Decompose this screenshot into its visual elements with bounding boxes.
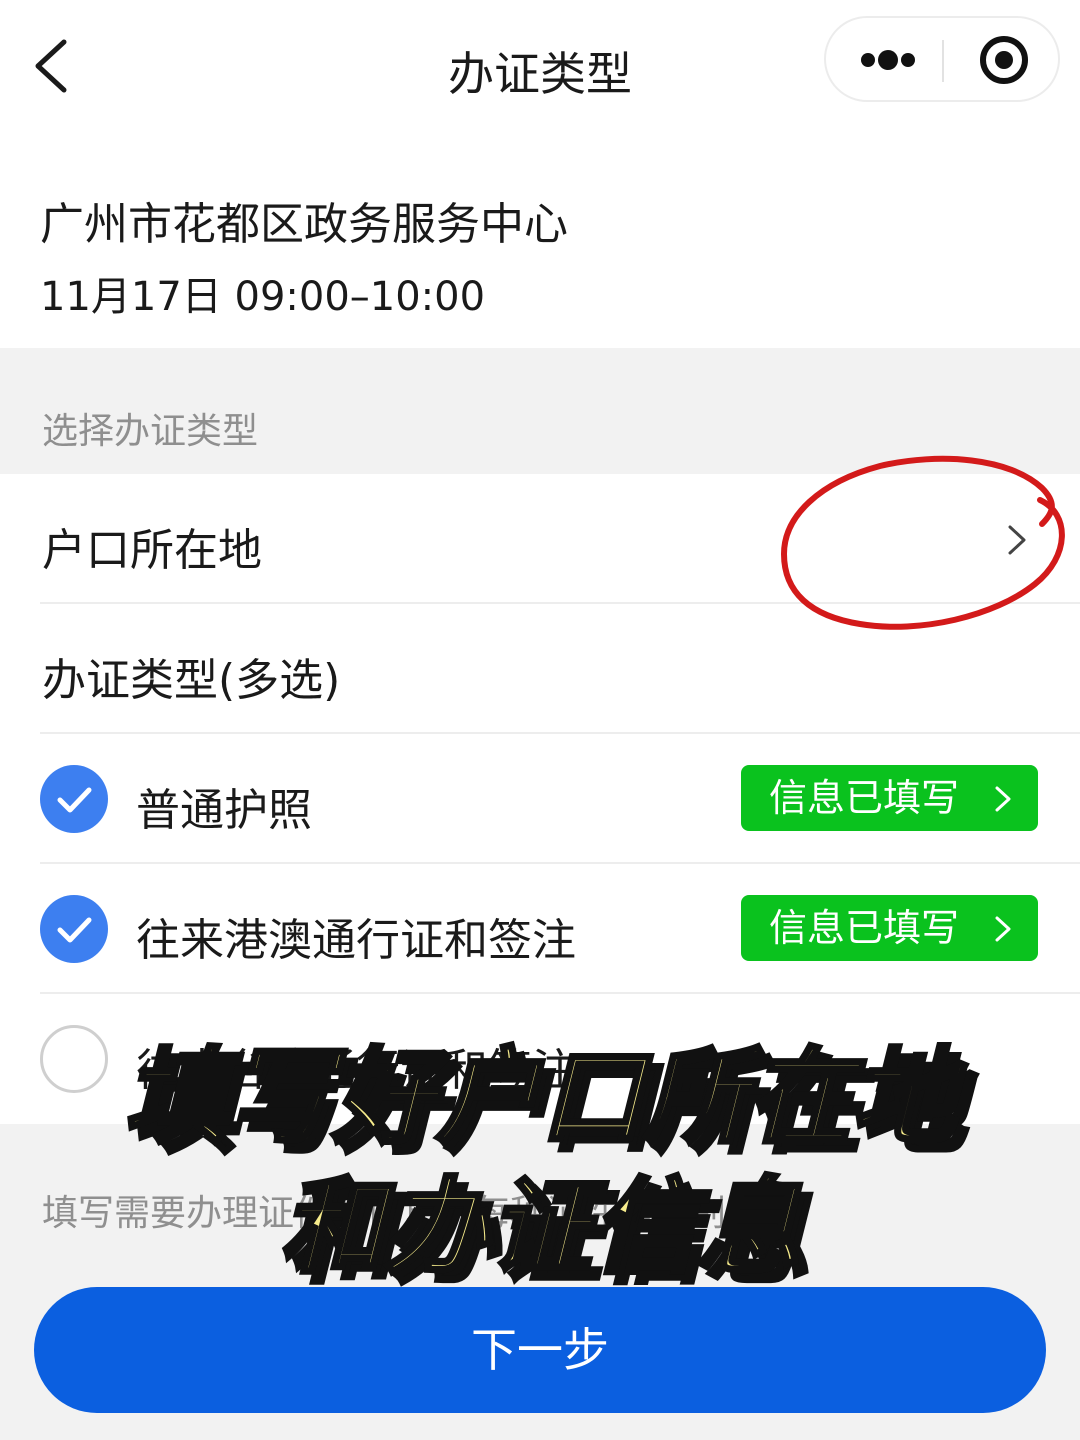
target-circle-icon bbox=[980, 36, 1028, 84]
option-label: 普通护照 bbox=[136, 785, 312, 836]
next-step-button[interactable]: 下一步 bbox=[34, 1287, 1046, 1413]
mini-program-capsule bbox=[824, 16, 1060, 102]
info-filled-label: 信息已填写 bbox=[769, 906, 960, 950]
info-filled-button[interactable]: 信息已填写 bbox=[741, 895, 1038, 961]
chevron-right-icon bbox=[995, 786, 1011, 812]
caption-line-2: 和办证信息 bbox=[278, 1164, 802, 1290]
checkmark-icon bbox=[57, 787, 92, 813]
option-label: 往来港澳通行证和签注 bbox=[136, 915, 576, 966]
hukou-location-label: 户口所在地 bbox=[42, 525, 262, 576]
option-row-hk-macau-permit[interactable]: 往来港澳通行证和签注 信息已填写 bbox=[0, 864, 1080, 994]
types-header-label: 办证类型(多选) bbox=[42, 655, 341, 706]
navigation-bar: 办证类型 bbox=[0, 0, 1080, 120]
info-filled-label: 信息已填写 bbox=[769, 776, 960, 820]
chevron-right-icon bbox=[995, 916, 1011, 942]
checkmark-icon bbox=[57, 917, 92, 943]
caption-line-1: 填写好户口所在地 bbox=[122, 1034, 958, 1160]
time-slot: 11月17日 09:00–10:00 bbox=[40, 274, 486, 320]
checkbox-checked[interactable] bbox=[40, 895, 108, 963]
info-filled-button[interactable]: 信息已填写 bbox=[741, 765, 1038, 831]
more-button[interactable] bbox=[846, 18, 936, 100]
venue-name: 广州市花都区政务服务中心 bbox=[40, 199, 568, 250]
more-dots-icon bbox=[861, 50, 915, 70]
section-label: 选择办证类型 bbox=[42, 411, 259, 452]
checkbox-checked[interactable] bbox=[40, 765, 108, 833]
option-row-passport[interactable]: 普通护照 信息已填写 bbox=[0, 734, 1080, 864]
capsule-divider bbox=[942, 40, 944, 82]
close-miniprogram-button[interactable] bbox=[956, 18, 1052, 100]
red-annotation-circle bbox=[780, 455, 1065, 630]
